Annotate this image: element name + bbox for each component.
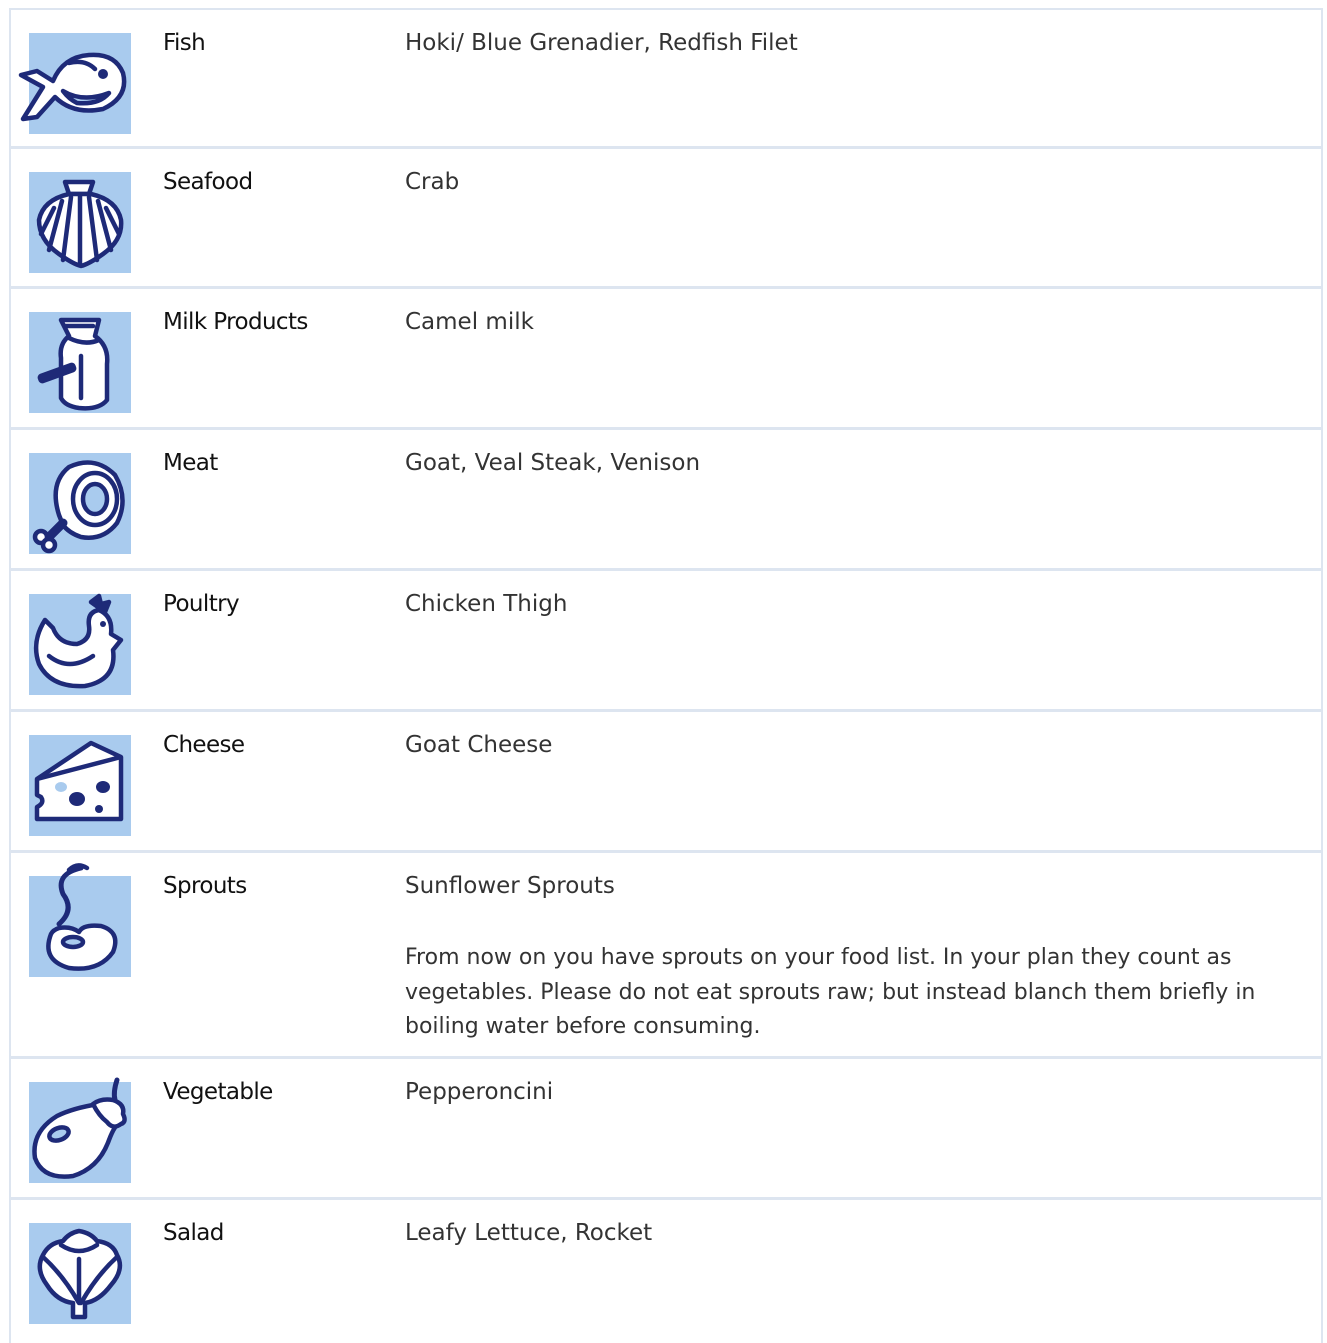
table-row: Salad Leafy Lettuce, Rocket bbox=[11, 1200, 1321, 1343]
category-name: Milk Products bbox=[163, 309, 308, 335]
sprout-icon-box bbox=[29, 863, 131, 977]
sprouts-note: From now on you have sprouts on your foo… bbox=[405, 945, 1256, 1039]
category-items: Pepperoncini bbox=[405, 1079, 554, 1105]
lettuce-icon-box bbox=[29, 1223, 131, 1324]
chicken-icon bbox=[33, 593, 124, 689]
ham-icon-box bbox=[29, 453, 131, 554]
category-name: Sprouts bbox=[163, 873, 247, 899]
eggplant-icon-box bbox=[29, 1077, 131, 1183]
ham-icon bbox=[32, 460, 125, 554]
milk-can-icon bbox=[37, 317, 110, 411]
category-name: Salad bbox=[163, 1220, 224, 1246]
category-name: Cheese bbox=[163, 732, 245, 758]
category-items: Sunflower Sprouts bbox=[405, 873, 615, 899]
sprout-icon bbox=[46, 863, 118, 971]
category-items: Leafy Lettuce, Rocket bbox=[405, 1220, 653, 1246]
eggplant-icon bbox=[32, 1077, 127, 1179]
food-list-table: Fish Hoki/ Blue Grenadier, Redfish Filet… bbox=[9, 8, 1323, 1343]
cheese-icon bbox=[34, 740, 124, 822]
category-items: Goat, Veal Steak, Venison bbox=[405, 450, 701, 476]
table-row: Meat Goat, Veal Steak, Venison bbox=[11, 430, 1321, 571]
chicken-icon-box bbox=[29, 593, 131, 695]
table-row: Fish Hoki/ Blue Grenadier, Redfish Filet bbox=[11, 10, 1321, 149]
table-row: Seafood Crab bbox=[11, 149, 1321, 289]
category-name: Vegetable bbox=[163, 1079, 273, 1105]
category-name: Fish bbox=[163, 30, 206, 56]
table-row: Vegetable Pepperoncini bbox=[11, 1059, 1321, 1200]
category-items: Goat Cheese bbox=[405, 732, 553, 758]
shell-icon-box bbox=[29, 172, 131, 273]
lettuce-icon bbox=[37, 1228, 123, 1320]
category-name: Meat bbox=[163, 450, 218, 476]
category-items: Crab bbox=[405, 169, 460, 195]
milk-can-icon-box bbox=[29, 312, 131, 413]
category-items: Camel milk bbox=[405, 309, 534, 335]
cheese-icon-box bbox=[29, 735, 131, 836]
table-row: Poultry Chicken Thigh bbox=[11, 571, 1321, 712]
category-items: Hoki/ Blue Grenadier, Redfish Filet bbox=[405, 30, 798, 56]
fish-icon-box bbox=[18, 33, 131, 134]
shell-icon bbox=[36, 179, 124, 269]
category-items: Chicken Thigh bbox=[405, 591, 568, 617]
category-name: Seafood bbox=[163, 169, 253, 195]
category-name: Poultry bbox=[163, 591, 240, 617]
fish-icon bbox=[18, 52, 127, 122]
table-row: Milk Products Camel milk bbox=[11, 289, 1321, 430]
table-row: Cheese Goat Cheese bbox=[11, 712, 1321, 853]
table-row: Sprouts Sunflower Sprouts From now on yo… bbox=[11, 853, 1321, 1059]
